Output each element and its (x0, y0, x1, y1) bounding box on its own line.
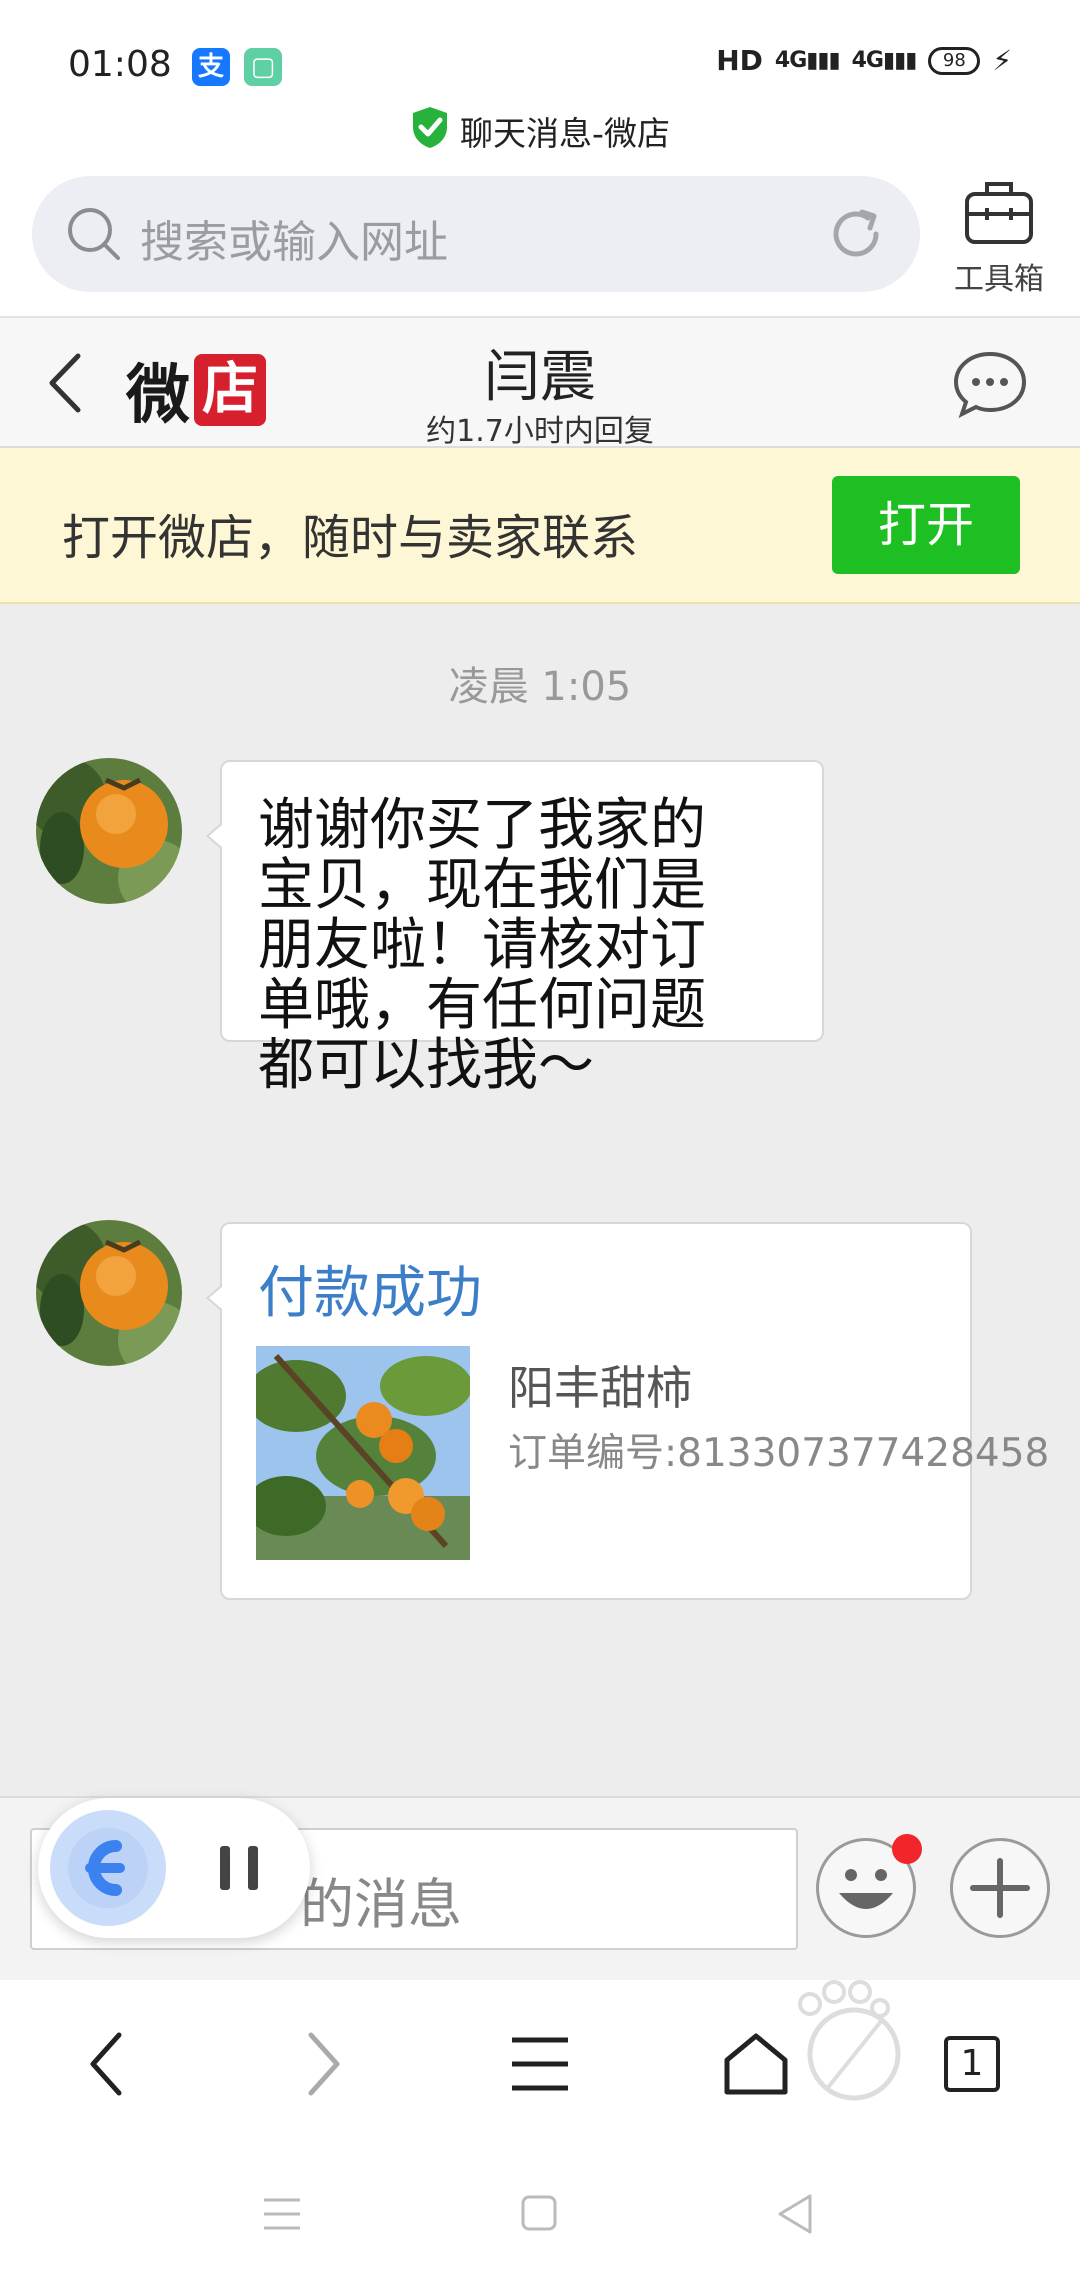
more-options-button[interactable] (950, 1838, 1050, 1938)
message-input-bar: 的消息 (0, 1796, 1080, 1980)
recents-icon[interactable] (262, 2196, 302, 2236)
system-back-icon[interactable] (774, 2192, 814, 2240)
seller-avatar[interactable] (36, 758, 182, 904)
browser-tabs-button[interactable]: 1 (922, 2014, 1022, 2114)
browser-toolbar: 1 (0, 1980, 1080, 2150)
tab-count: 1 (944, 2036, 1000, 2092)
open-app-banner: 打开微店，随时与卖家联系 打开 (0, 448, 1080, 604)
signal-icon: 4G▮▮▮ (774, 48, 841, 73)
product-name: 阳丰甜柿 (508, 1361, 692, 1415)
toolbox-label: 工具箱 (954, 262, 1044, 297)
battery-icon: 98 (928, 46, 981, 75)
message-bubble[interactable]: 谢谢你买了我家的 宝贝，现在我们是 朋友啦！请核对订 单哦，有任何问题 都可以找… (206, 760, 824, 1096)
status-bar: 01:08 支 ▢ HD 4G▮▮▮ 4G▮▮▮ 98 ⚡ (0, 0, 1080, 110)
refresh-icon[interactable] (826, 204, 886, 268)
status-time: 01:08 (68, 44, 172, 85)
message-line: 都可以找我～ (258, 1033, 594, 1098)
banner-text: 打开微店，随时与卖家联系 (62, 510, 639, 566)
message-line: 单哦，有任何问题 (258, 973, 706, 1038)
hd-indicator: HD (716, 44, 763, 77)
alipay-icon: 支 (192, 48, 230, 86)
order-card[interactable]: 付款成功 阳丰甜柿 订单编号:813307377428458 (206, 1222, 1049, 1600)
seller-name: 闫震 (484, 345, 596, 410)
message-text: 谢谢你买了我家的 宝贝，现在我们是 朋友啦！请核对订 单哦，有任何问题 都可以找… (258, 796, 778, 1096)
shield-check-icon (410, 105, 450, 157)
back-arrow-icon (90, 2032, 122, 2096)
message-timestamp: 凌晨 1:05 (448, 664, 632, 710)
lightning-icon: ⚡ (992, 44, 1012, 77)
chat-area: 凌晨 1:05 谢谢你买了我家的 宝贝，现在我们是 朋友啦！请核对订 单哦，有任… (0, 604, 1080, 1796)
page-title: 聊天消息-微店 (460, 114, 670, 153)
chat-header: 微 店 闫震 约1.7小时内回复 (0, 316, 1080, 449)
status-indicators: HD 4G▮▮▮ 4G▮▮▮ 98 ⚡ (716, 44, 1012, 77)
seller-avatar[interactable] (36, 1220, 182, 1366)
search-icon (64, 204, 124, 268)
app-icon: ▢ (244, 48, 282, 86)
plus-icon (970, 1858, 1030, 1918)
chat-bubble-icon[interactable] (952, 350, 1028, 424)
search-placeholder: 搜索或输入网址 (140, 217, 448, 268)
forward-arrow-icon (308, 2032, 340, 2096)
input-placeholder: 的消息 (300, 1873, 462, 1936)
toolbox-button[interactable]: 工具箱 (944, 176, 1054, 298)
home-icon (724, 2033, 788, 2095)
order-number: 订单编号:813307377428458 (508, 1431, 1050, 1476)
reply-time: 约1.7小时内回复 (426, 414, 654, 449)
payment-status-title: 付款成功 (258, 1261, 482, 1326)
search-input[interactable]: 搜索或输入网址 (32, 176, 920, 292)
message-line: 宝贝，现在我们是 (258, 853, 706, 918)
message-line: 朋友啦！请核对订 (258, 913, 706, 978)
browser-back-button[interactable] (56, 2014, 156, 2114)
browser-forward-button[interactable] (274, 2014, 374, 2114)
system-home-icon[interactable] (520, 2194, 558, 2236)
system-navigation-bar (0, 2150, 1080, 2280)
mascot-watermark-icon (790, 1980, 920, 2114)
browser-menu-button[interactable] (490, 2014, 590, 2114)
message-line: 谢谢你买了我家的 (258, 793, 706, 858)
notification-dot (892, 1834, 922, 1864)
pause-icon[interactable] (216, 1844, 262, 1896)
voice-assistant-overlay[interactable] (38, 1798, 310, 1938)
page-title-row: 聊天消息-微店 (0, 104, 1080, 158)
signal-icon: 4G▮▮▮ (851, 48, 918, 73)
product-image[interactable] (256, 1346, 470, 1560)
voice-assistant-icon[interactable] (50, 1810, 166, 1926)
toolbox-icon (961, 182, 1037, 252)
open-app-button[interactable]: 打开 (832, 476, 1020, 574)
menu-icon (512, 2037, 568, 2091)
